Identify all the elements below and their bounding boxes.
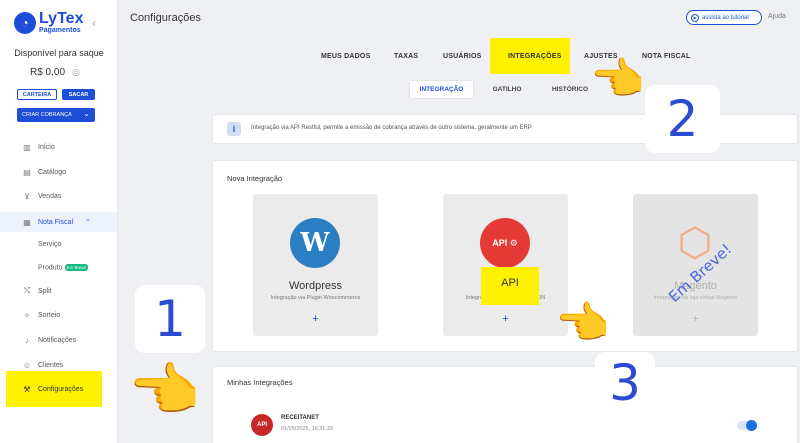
tab-integracoes[interactable]: INTEGRAÇÕES bbox=[508, 53, 562, 60]
sidebar-item-produto[interactable]: Produto Em Breve bbox=[0, 258, 117, 278]
integration-date: 01/05/2025, 16:21:33 bbox=[281, 426, 333, 432]
annotation-number-2: 2 bbox=[645, 85, 720, 153]
help-link[interactable]: Ajuda bbox=[768, 13, 786, 20]
balance-value: R$ 0,00 bbox=[30, 67, 66, 78]
api-card-name-overlay: API bbox=[501, 277, 519, 289]
top-bar: Configurações ▶ assista ao tutorial Ajud… bbox=[118, 0, 800, 36]
create-charge-button[interactable]: CRIAR COBRANÇA ⌄ bbox=[17, 108, 95, 122]
logo-name: LyTex bbox=[39, 10, 84, 27]
chevron-down-icon: ⌄ bbox=[83, 109, 90, 118]
settings-tabs: MEUS DADOS TAXAS USUÁRIOS INTEGRAÇÕES AJ… bbox=[118, 36, 800, 76]
bell-icon: ♪ bbox=[25, 335, 29, 345]
card-name: Wordpress bbox=[289, 280, 342, 292]
wallet-button[interactable]: CARTEIRA bbox=[17, 89, 57, 100]
pointing-hand-icon: 👈 bbox=[555, 299, 610, 348]
sidebar-item-vendas[interactable]: ⊻ Vendas bbox=[0, 186, 117, 206]
catalog-icon: ▤ bbox=[23, 167, 31, 177]
hide-balance-icon[interactable]: ◎ bbox=[72, 67, 80, 78]
api-gear-icon: API ⚙ bbox=[480, 218, 530, 268]
new-integration-title: Nova Integração bbox=[227, 174, 283, 183]
card-description: Integração via loja virtual Magento bbox=[653, 295, 738, 301]
annotation-number-3: 3 bbox=[595, 352, 655, 414]
create-charge-label: CRIAR COBRANÇA bbox=[22, 112, 72, 118]
integration-card-api[interactable]: API ⚙ API Integração via API Restful JSO… bbox=[443, 194, 568, 336]
gift-icon: ✧ bbox=[23, 310, 31, 320]
sidebar-item-label: Catálogo bbox=[38, 168, 67, 176]
integration-card-wordpress[interactable]: W Wordpress Integração via Plugin Woocom… bbox=[253, 194, 378, 336]
sidebar-item-label: Produto Em Breve bbox=[38, 264, 89, 272]
play-icon: ▶ bbox=[691, 13, 699, 22]
subtab-integracao[interactable]: INTEGRAÇÃO bbox=[410, 81, 473, 98]
wrench-icon: ⚒ bbox=[23, 384, 31, 394]
sidebar-item-split[interactable]: ⤭ Split bbox=[0, 281, 117, 301]
add-icon[interactable]: + bbox=[443, 313, 568, 325]
info-text: Integração via API Restful, permite a em… bbox=[251, 125, 532, 131]
new-integration-panel: Nova Integração W Wordpress Integração v… bbox=[212, 160, 798, 352]
toggle-knob bbox=[746, 420, 757, 431]
sidebar-item-configuracoes[interactable]: ⚒ Configurações bbox=[0, 379, 117, 399]
my-integrations-panel: Minhas Integrações API RECEITANET 01/05/… bbox=[212, 366, 798, 443]
tab-usuarios[interactable]: USUÁRIOS bbox=[443, 53, 482, 60]
card-description: Integração via Plugin Woocommerce bbox=[270, 295, 361, 301]
my-integrations-title: Minhas Integrações bbox=[227, 378, 293, 387]
info-icon: i bbox=[227, 122, 241, 136]
sidebar-item-catalogo[interactable]: ▤ Catálogo bbox=[0, 162, 117, 182]
sidebar-item-label: Notificações bbox=[38, 336, 77, 344]
collapse-sidebar-icon[interactable]: ‹ bbox=[92, 16, 96, 30]
tab-taxas[interactable]: TAXAS bbox=[394, 53, 418, 60]
pointing-hand-icon: 👈 bbox=[128, 358, 201, 423]
sidebar-item-label: Nota Fiscal bbox=[38, 218, 74, 226]
sidebar-item-label: Clientes bbox=[38, 361, 64, 369]
sidebar-item-label: Serviço bbox=[38, 240, 62, 248]
sidebar-item-clientes[interactable]: ☺ Clientes bbox=[0, 355, 117, 375]
sidebar: ◔ LyTex Pagamentos ‹ Disponível para saq… bbox=[0, 0, 118, 443]
sidebar-item-servico[interactable]: Serviço bbox=[0, 234, 117, 254]
sidebar-item-sorteio[interactable]: ✧ Sorteio bbox=[0, 305, 117, 325]
tab-meus-dados[interactable]: MEUS DADOS bbox=[321, 53, 370, 60]
sidebar-item-notificacoes[interactable]: ♪ Notificações bbox=[0, 330, 117, 350]
subtab-gatilho[interactable]: GATILHO bbox=[482, 81, 532, 98]
split-icon: ⤭ bbox=[23, 286, 31, 295]
sidebar-item-inicio[interactable]: ▥ Início bbox=[0, 137, 117, 157]
wordpress-icon: W bbox=[290, 218, 340, 268]
sidebar-item-label: Split bbox=[38, 287, 52, 295]
produto-label: Produto bbox=[38, 264, 63, 272]
logo-icon: ◔ bbox=[14, 11, 36, 34]
integration-card-magento: ⬡ Magento Integração via loja virtual Ma… bbox=[633, 194, 758, 336]
coming-soon-badge: Em Breve bbox=[64, 264, 89, 272]
invoice-icon: ▦ bbox=[23, 217, 31, 227]
logo-subtitle: Pagamentos bbox=[39, 27, 81, 34]
watch-tutorial-label: assista ao tutorial bbox=[702, 14, 749, 21]
sidebar-item-label: Início bbox=[38, 143, 55, 151]
balance-label: Disponível para saque bbox=[14, 48, 104, 58]
page-title: Configurações bbox=[130, 12, 201, 24]
integration-name: RECEITANET bbox=[281, 415, 319, 421]
add-icon[interactable]: + bbox=[253, 313, 378, 325]
withdraw-button[interactable]: SACAR bbox=[62, 89, 95, 100]
tab-nota-fiscal[interactable]: NOTA FISCAL bbox=[642, 53, 690, 60]
users-icon: ☺ bbox=[22, 360, 32, 370]
pointing-hand-icon: 👈 bbox=[590, 55, 645, 104]
annotation-number-1: 1 bbox=[135, 285, 205, 353]
chart-icon: ▥ bbox=[23, 142, 31, 152]
sidebar-item-label: Vendas bbox=[38, 192, 62, 200]
logo[interactable]: ◔ LyTex Pagamentos bbox=[14, 11, 83, 34]
sidebar-item-label: Configurações bbox=[38, 385, 84, 393]
add-icon: + bbox=[692, 313, 699, 325]
sidebar-item-label: Sorteio bbox=[38, 311, 61, 319]
sidebar-item-nota-fiscal[interactable]: ▦ Nota Fiscal ⌃ bbox=[0, 212, 117, 232]
chevron-up-icon: ⌃ bbox=[85, 219, 91, 226]
receitanet-icon: API bbox=[251, 414, 273, 436]
cart-icon: ⊻ bbox=[24, 191, 30, 201]
watch-tutorial-button[interactable]: ▶ assista ao tutorial bbox=[686, 10, 762, 25]
integration-toggle[interactable] bbox=[737, 420, 757, 431]
